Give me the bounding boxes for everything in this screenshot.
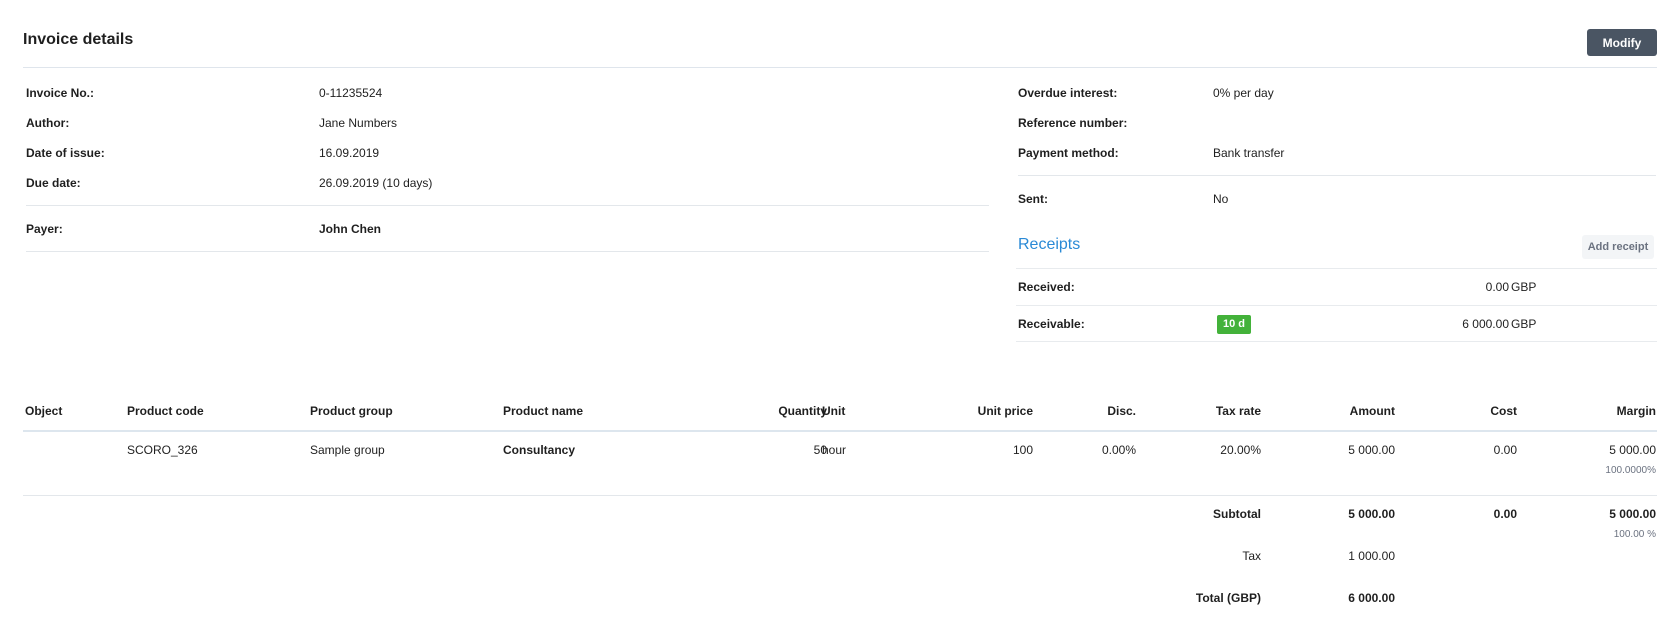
days-badge: 10 d [1217, 315, 1252, 334]
received-row: Received: 0.00 GBP [1016, 268, 1657, 305]
overdue-interest-label: Overdue interest: [1018, 86, 1118, 100]
overdue-interest-value: 0% per day [1213, 86, 1274, 100]
received-amount: 0.00 [1485, 280, 1509, 294]
total-label: Total (GBP) [1195, 591, 1261, 605]
subtotal-cost: 0.00 [1493, 507, 1517, 521]
add-receipt-button[interactable]: Add receipt [1582, 235, 1654, 259]
column-header-margin[interactable]: Margin [1617, 395, 1656, 431]
sent-value: No [1213, 192, 1229, 206]
column-header-amount[interactable]: Amount [1350, 395, 1395, 431]
invoice-number-label: Invoice No.: [26, 86, 95, 100]
author-value: Jane Numbers [319, 116, 398, 130]
column-header-tax-rate[interactable]: Tax rate [1216, 395, 1261, 431]
payment-method-label: Payment method: [1018, 146, 1119, 160]
page-header: Invoice details Modify [23, 0, 1657, 68]
cell-disc: 0.00% [1101, 443, 1136, 457]
due-date-row: Due date: 26.09.2019 (10 days) [26, 168, 989, 198]
total-amount: 6 000.00 [1348, 591, 1395, 605]
column-header-cost[interactable]: Cost [1490, 395, 1517, 431]
reference-number-row: Reference number: [1018, 108, 1656, 138]
table-row-divider [23, 495, 1657, 496]
author-row: Author: Jane Numbers [26, 108, 989, 138]
cell-margin-percent: 100.0000% [1605, 465, 1656, 476]
sent-label: Sent: [1018, 192, 1048, 206]
column-header-product-group[interactable]: Product group [310, 395, 393, 431]
payment-method-row: Payment method: Bank transfer [1018, 138, 1656, 168]
column-header-product-code[interactable]: Product code [127, 395, 204, 431]
column-header-product-name[interactable]: Product name [503, 395, 583, 431]
receipts-heading: Receipts [1018, 236, 1081, 253]
receivable-currency: GBP [1511, 317, 1537, 331]
invoice-number-value: 0-11235524 [319, 86, 383, 100]
received-currency: GBP [1511, 280, 1537, 294]
invoice-number-row: Invoice No.: 0-11235524 [26, 78, 989, 108]
cell-product-name[interactable]: Consultancy [503, 443, 575, 457]
receivable-amount: 6 000.00 [1462, 317, 1509, 331]
invoice-details-page: Invoice details Modify Invoice No.: 0-11… [0, 0, 1679, 644]
subtotal-label: Subtotal [1213, 507, 1261, 521]
subtotal-amount: 5 000.00 [1348, 507, 1395, 521]
column-header-quantity[interactable]: Quantity [778, 395, 827, 431]
date-of-issue-row: Date of issue: 16.09.2019 [26, 138, 989, 168]
due-date-label: Due date: [26, 176, 81, 190]
subtotal-margin: 5 000.00 [1609, 507, 1656, 521]
tax-label: Tax [1242, 549, 1261, 563]
cell-product-group: Sample group [310, 443, 385, 457]
reference-number-label: Reference number: [1018, 116, 1128, 130]
cell-tax-rate: 20.00% [1220, 443, 1261, 457]
cell-cost: 0.00 [1493, 443, 1517, 457]
column-header-unit-price[interactable]: Unit price [978, 395, 1033, 431]
subtotal-margin-percent: 100.00 % [1613, 529, 1656, 540]
overdue-interest-row: Overdue interest: 0% per day [1018, 78, 1656, 108]
page-title: Invoice details [23, 31, 134, 48]
divider [1018, 175, 1656, 176]
cell-amount: 5 000.00 [1348, 443, 1395, 457]
payer-value[interactable]: John Chen [319, 222, 381, 236]
cell-unit: hour [822, 443, 847, 457]
modify-button[interactable]: Modify [1587, 29, 1657, 56]
sent-row: Sent: No [1018, 184, 1656, 214]
payer-row: Payer: John Chen [26, 214, 989, 244]
received-label: Received: [1018, 280, 1075, 294]
date-of-issue-label: Date of issue: [26, 146, 105, 160]
divider [26, 205, 989, 206]
table-header-divider [23, 430, 1657, 432]
column-header-object[interactable]: Object [25, 395, 62, 431]
payment-method-value: Bank transfer [1213, 146, 1285, 160]
divider [26, 251, 989, 252]
column-header-disc[interactable]: Disc. [1107, 395, 1136, 431]
cell-product-code: SCORO_326 [127, 443, 198, 457]
receivable-row: Receivable: 10 d 6 000.00 GBP [1016, 305, 1657, 342]
payer-label: Payer: [26, 222, 63, 236]
column-header-unit[interactable]: Unit [822, 395, 845, 431]
cell-margin: 5 000.00 [1609, 443, 1656, 457]
author-label: Author: [26, 116, 70, 130]
tax-amount: 1 000.00 [1348, 549, 1395, 563]
date-of-issue-value: 16.09.2019 [319, 146, 380, 160]
due-date-value: 26.09.2019 (10 days) [319, 176, 433, 190]
cell-unit-price: 100 [1012, 443, 1033, 457]
receivable-label: Receivable: [1018, 317, 1085, 331]
